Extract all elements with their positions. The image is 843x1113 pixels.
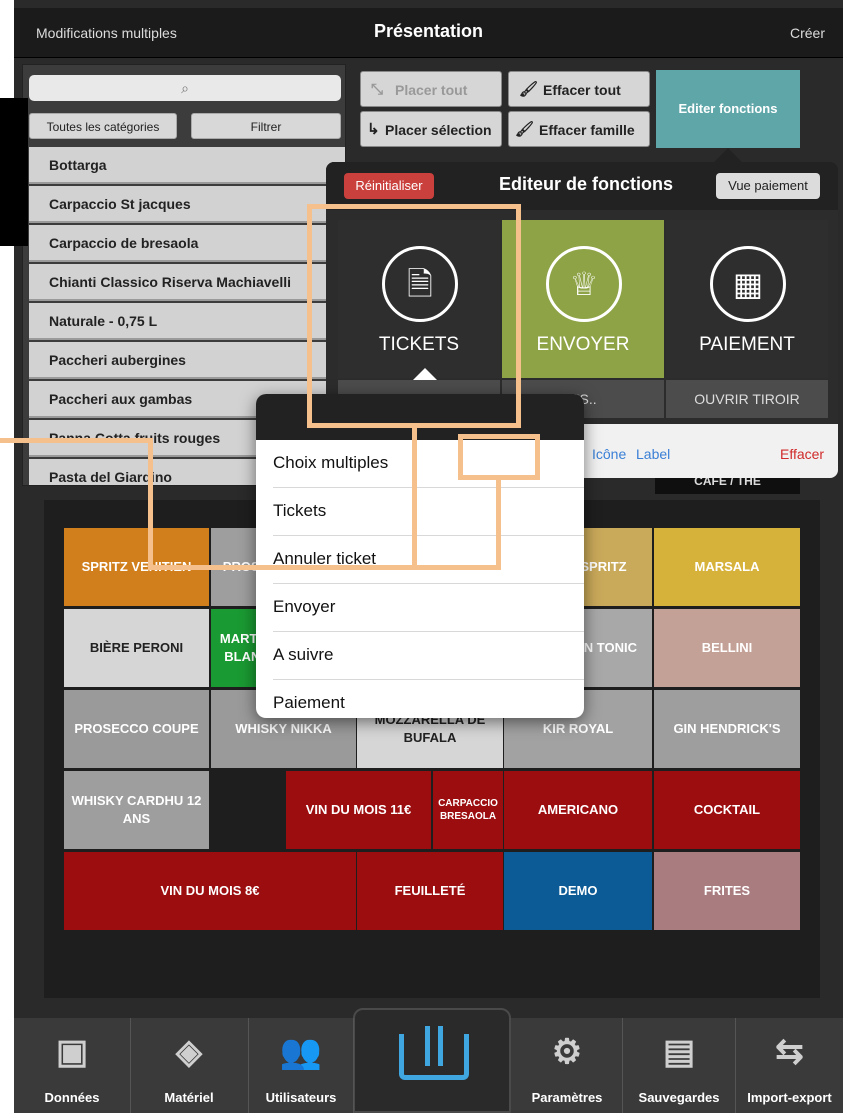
product-list-item[interactable]: Carpaccio St jacques (29, 186, 345, 223)
clear-all-button[interactable]: 🖌 Effacer tout (508, 71, 650, 107)
toolbar-separator (353, 1018, 354, 1113)
brush-icon: 🖌 (519, 81, 539, 98)
function-subtile-3[interactable]: OUVRIR TIROIR (666, 380, 828, 418)
product-list-item[interactable]: Naturale - 0,75 L (29, 303, 345, 340)
product-list-item[interactable]: Carpaccio de bresaola (29, 225, 345, 262)
device-icon: ◈ (175, 1033, 203, 1071)
edit-functions-button[interactable]: Editer fonctions (656, 70, 800, 148)
dark-strip (0, 98, 28, 246)
payment-view-button[interactable]: Vue paiement (716, 173, 820, 199)
grid-cell[interactable]: PROSECCO COUPE (64, 690, 209, 768)
box-icon: ▣ (55, 1033, 89, 1071)
power-icon-stem (425, 1026, 443, 1066)
function-tile-paiement[interactable]: ▦ PAIEMENT (666, 220, 828, 378)
create-button[interactable]: Créer (790, 25, 825, 41)
grid-cell[interactable]: DEMO (504, 852, 652, 930)
toolbar-label: Import-export (747, 1090, 832, 1105)
gear-icon: ⚙ (551, 1033, 583, 1071)
annotation-line (412, 426, 417, 570)
toolbar-label: Sauvegardes (638, 1090, 720, 1105)
toolbar-label: Utilisateurs (265, 1090, 337, 1105)
annotation-line (0, 438, 152, 443)
toolbar-label: Paramètres (531, 1090, 603, 1105)
annotation-line (496, 478, 501, 570)
collapse-icon: ⤡ (371, 81, 384, 98)
database-icon: ▤ (662, 1033, 696, 1071)
toolbar-label: Matériel (164, 1090, 214, 1105)
tile-label: ENVOYER (536, 334, 630, 355)
toolbar-item[interactable]: ▣ Données (14, 1018, 130, 1113)
product-list-item[interactable]: Bottarga (29, 147, 345, 184)
grid-cell[interactable]: WHISKY CARDHU 12 ANS (64, 771, 209, 849)
dropdown-item[interactable]: Annuler ticket (273, 536, 584, 584)
icon-link[interactable]: Icône (592, 446, 626, 462)
users-icon: 👥 (279, 1033, 323, 1071)
search-icon: ⌕ (181, 80, 189, 96)
popover-arrow (714, 148, 742, 162)
filter-button[interactable]: Filtrer (191, 113, 341, 139)
grid-cell[interactable]: GIN HENDRICK'S (654, 690, 800, 768)
grid-cell[interactable]: FRITES (654, 852, 800, 930)
tile-label: PAIEMENT (699, 334, 795, 355)
dropdown-item[interactable]: A suivre (273, 632, 584, 680)
annotation-highlight-small (458, 434, 540, 480)
product-list-item[interactable]: Paccheri aubergines (29, 342, 345, 379)
dropdown-item[interactable]: Tickets (273, 488, 584, 536)
function-editor-title: Editeur de fonctions (498, 174, 673, 194)
toolbar-item[interactable]: ◈ Matériel (130, 1018, 248, 1113)
grid-cell[interactable]: BIÈRE PERONI (64, 609, 209, 687)
reset-button[interactable]: Réinitialiser (344, 173, 434, 199)
power-button[interactable] (353, 1008, 511, 1113)
transfer-icon: ⇆ (775, 1033, 804, 1071)
annotation-line (148, 438, 153, 568)
label-link[interactable]: Label (636, 446, 670, 462)
place-all-button[interactable]: ⤡ Placer tout (360, 71, 502, 107)
delete-link[interactable]: Effacer (780, 446, 824, 462)
grid-cell[interactable]: CARPACCIO BRESAOLA (433, 771, 503, 849)
grid-cell[interactable]: FEUILLETÉ (357, 852, 503, 930)
toolbar-item[interactable]: ▤ Sauvegardes (623, 1018, 735, 1113)
grid-cell[interactable]: MARSALA (654, 528, 800, 606)
toolbar-label: Données (44, 1090, 100, 1105)
clear-family-button[interactable]: 🖌 Effacer famille (508, 111, 650, 147)
dropdown-item[interactable]: Envoyer (273, 584, 584, 632)
all-categories-button[interactable]: Toutes les catégories (29, 113, 177, 139)
grid-cell[interactable]: AMERICANO (504, 771, 652, 849)
grid-cell[interactable]: COCKTAIL (654, 771, 800, 849)
page-title: Présentation (373, 21, 484, 41)
search-input[interactable]: ⌕ (29, 75, 341, 101)
grid-cell[interactable]: BELLINI (654, 609, 800, 687)
toolbar-item[interactable]: ⇆ Import-export (736, 1018, 843, 1113)
brush-icon: 🖌 (515, 121, 535, 138)
product-list-item[interactable]: Chianti Classico Riserva Machiavelli (29, 264, 345, 301)
arrow-return-icon: ↳ (367, 121, 380, 138)
place-selection-button[interactable]: ↳ Placer sélection (360, 111, 502, 147)
grid-cell[interactable]: VIN DU MOIS 8€ (64, 852, 356, 930)
top-navigation-bar: Modifications multiples Présentation Cré… (14, 8, 843, 58)
function-tile-envoyer[interactable]: ♕ ENVOYER (502, 220, 664, 378)
toolbar-item[interactable]: ⚙ Paramètres (512, 1018, 622, 1113)
dropdown-item[interactable]: Paiement (273, 680, 584, 718)
grid-cell[interactable]: VIN DU MOIS 11€ (286, 771, 431, 849)
calculator-icon: ▦ (710, 246, 786, 322)
annotation-line (148, 565, 501, 570)
annotation-highlight-tile (307, 204, 521, 428)
chef-hat-icon: ♕ (546, 246, 622, 322)
toolbar-item[interactable]: 👥 Utilisateurs (249, 1018, 353, 1113)
